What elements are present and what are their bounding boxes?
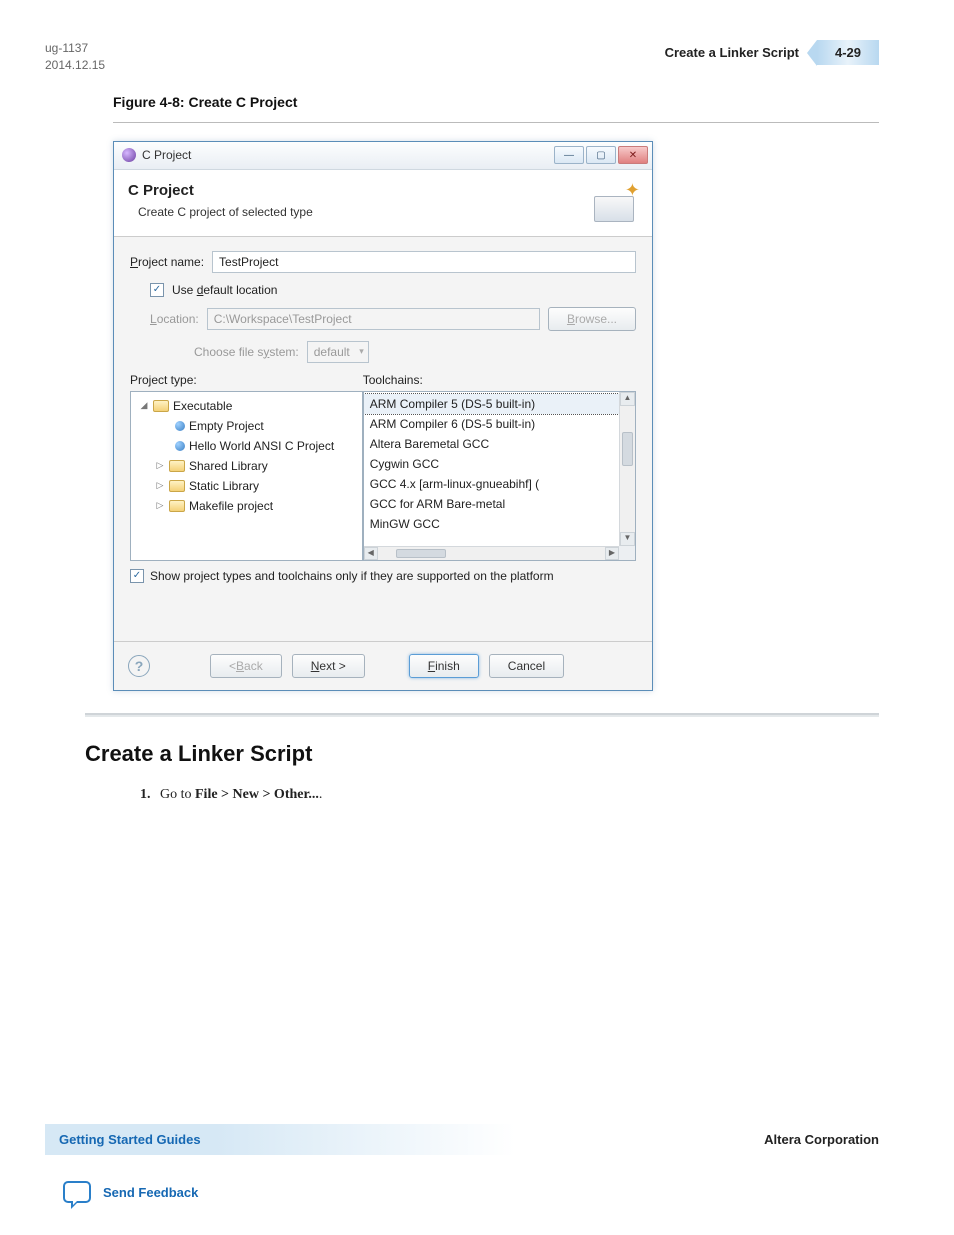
maximize-button[interactable]: ▢ (586, 146, 616, 164)
wizard-subtitle: Create C project of selected type (138, 205, 313, 219)
tree-item-hello[interactable]: Hello World ANSI C Project (135, 436, 358, 456)
page-number: 4-29 (817, 40, 879, 65)
send-feedback-label: Send Feedback (103, 1185, 198, 1200)
use-default-checkbox[interactable]: ✓ (150, 283, 164, 297)
step-path: File > New > Other... (195, 787, 319, 802)
filesystem-select: default (307, 341, 369, 363)
project-type-label: Project type: (130, 373, 363, 387)
tree-item-static[interactable]: ▷Static Library (135, 476, 358, 496)
project-icon (175, 441, 185, 451)
tree-item-empty[interactable]: Empty Project (135, 416, 358, 436)
toolchain-item[interactable]: MinGW GCC (364, 514, 619, 534)
toolchain-item[interactable]: ARM Compiler 6 (DS-5 built-in) (364, 414, 619, 434)
help-icon[interactable]: ? (128, 655, 150, 677)
step-1: 1. Go to File > New > Other.... (0, 767, 954, 803)
vertical-scrollbar[interactable]: ▲ ▼ (619, 392, 635, 546)
minimize-button[interactable]: — (554, 146, 584, 164)
toolchain-item[interactable]: GCC for ARM Bare-metal (364, 494, 619, 514)
folder-icon (169, 460, 185, 472)
c-project-dialog: C Project — ▢ ✕ C Project Create C proje… (113, 141, 653, 691)
project-name-label: Project name: (130, 255, 204, 269)
show-supported-checkbox[interactable]: ✓ (130, 569, 144, 583)
tree-item-makefile[interactable]: ▷Makefile project (135, 496, 358, 516)
cancel-button[interactable]: Cancel (489, 654, 564, 678)
section-heading: Create a Linker Script (0, 717, 954, 767)
header-title: Create a Linker Script (665, 45, 799, 60)
step-suffix: . (319, 787, 323, 802)
folder-icon (169, 480, 185, 492)
tree-item-executable[interactable]: ◢Executable (135, 396, 358, 416)
choose-filesystem-label: Choose file system: (194, 345, 299, 359)
doc-id: ug-1137 2014.12.15 (45, 40, 105, 74)
toolchain-item[interactable]: ARM Compiler 5 (DS-5 built-in) (364, 394, 619, 414)
doc-number: ug-1137 (45, 40, 105, 57)
location-label: Location: (150, 312, 199, 326)
step-number: 1. (140, 787, 151, 802)
footer-corporation: Altera Corporation (764, 1132, 879, 1147)
project-icon (175, 421, 185, 431)
window-title: C Project (142, 148, 554, 162)
tree-item-shared[interactable]: ▷Shared Library (135, 456, 358, 476)
folder-icon (153, 400, 169, 412)
horizontal-scrollbar[interactable]: ◀ ▶ (364, 546, 619, 560)
titlebar[interactable]: C Project — ▢ ✕ (114, 142, 652, 170)
toolchain-item[interactable]: Altera Baremetal GCC (364, 434, 619, 454)
figure-caption: Figure 4-8: Create C Project (0, 94, 954, 122)
footer-guides-link[interactable]: Getting Started Guides (45, 1124, 215, 1155)
feedback-icon (63, 1181, 91, 1203)
send-feedback-link[interactable]: Send Feedback (45, 1181, 879, 1203)
step-prefix: Go to (160, 787, 195, 802)
next-button[interactable]: Next > (292, 654, 365, 678)
divider (113, 122, 879, 123)
browse-button[interactable]: Browse... (548, 307, 636, 331)
wizard-title: C Project (128, 182, 313, 199)
back-button[interactable]: < Back (210, 654, 282, 678)
toolchain-item[interactable]: GCC 4.x [arm-linux-gnueabihf] ( (364, 474, 619, 494)
banner-icon: ✦ (590, 182, 638, 222)
toolchains-label: Toolchains: (363, 373, 636, 387)
toolchain-item[interactable]: Cygwin GCC (364, 454, 619, 474)
doc-date: 2014.12.15 (45, 57, 105, 74)
eclipse-icon (122, 148, 136, 162)
location-input: C:\Workspace\TestProject (207, 308, 540, 330)
use-default-label: Use default location (172, 283, 277, 297)
folder-icon (169, 500, 185, 512)
project-type-tree[interactable]: ◢Executable Empty Project Hello World AN… (130, 391, 363, 561)
finish-button[interactable]: Finish (409, 654, 479, 678)
close-button[interactable]: ✕ (618, 146, 648, 164)
project-name-input[interactable]: TestProject (212, 251, 636, 273)
show-supported-label: Show project types and toolchains only i… (150, 569, 554, 583)
toolchains-list[interactable]: ARM Compiler 5 (DS-5 built-in) ARM Compi… (363, 391, 636, 561)
